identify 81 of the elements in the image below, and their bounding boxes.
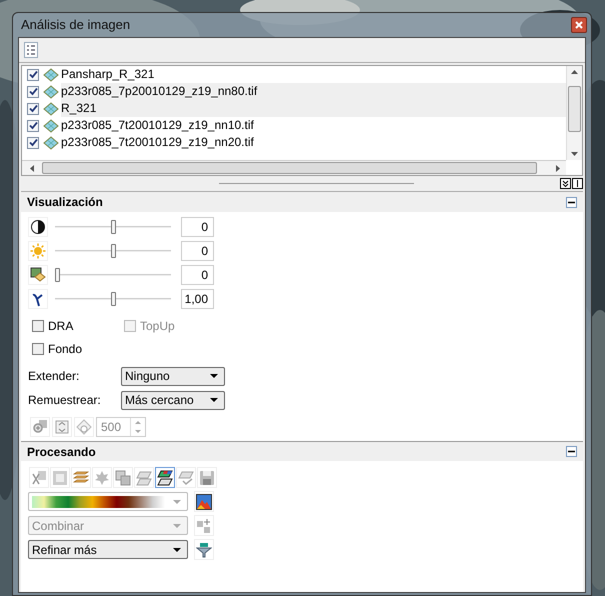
- layer-name[interactable]: R_321: [61, 100, 566, 117]
- slider-thumb[interactable]: [110, 220, 116, 234]
- scroll-down-icon: [571, 152, 578, 156]
- clock-diamond-icon: [76, 419, 92, 435]
- scroll-thumb[interactable]: [42, 162, 537, 174]
- list-view-button[interactable]: [24, 42, 38, 58]
- slider[interactable]: [55, 268, 171, 282]
- tool-button[interactable]: [155, 467, 175, 488]
- value-field[interactable]: 0: [181, 217, 214, 237]
- colored-grid-icon: [157, 470, 173, 486]
- slider[interactable]: [55, 292, 171, 306]
- scroll-left-icon: [30, 164, 34, 172]
- raster-layer-icon: [43, 118, 59, 132]
- overlapping-squares-icon: [115, 470, 131, 486]
- slider-thumb[interactable]: [55, 268, 60, 282]
- zoom-grid-icon: [32, 419, 48, 435]
- field-label: Remuestrear:: [28, 392, 102, 409]
- checkbox-label: Fondo: [48, 341, 82, 358]
- dropdown[interactable]: Refinar más: [28, 540, 188, 559]
- image-diamond-icon: [30, 267, 46, 283]
- frame-icon: [52, 470, 68, 486]
- close-button[interactable]: [571, 17, 587, 33]
- minus-icon: [568, 450, 575, 453]
- landscape-image-icon: [196, 494, 212, 510]
- tilted-grid-icon: [136, 470, 152, 486]
- checkbox[interactable]: [32, 320, 44, 332]
- field-label: Extender:: [28, 368, 80, 385]
- caret-icon: [173, 500, 181, 504]
- expand-all-button[interactable]: [560, 178, 571, 189]
- bar-icon: [576, 180, 579, 187]
- caret-icon: [210, 374, 218, 378]
- caret-icon: [210, 398, 218, 402]
- checkbox[interactable]: [27, 136, 39, 148]
- sun-icon: [30, 243, 46, 259]
- contrast-icon: [30, 219, 46, 235]
- collapse-button[interactable]: [566, 446, 577, 457]
- scroll-right-icon: [556, 164, 560, 172]
- value-field[interactable]: 1,00: [181, 289, 214, 309]
- horizontal-scrollbar[interactable]: [22, 160, 566, 175]
- dropdown[interactable]: Ninguno: [121, 366, 225, 386]
- raster-layer-icon: [43, 136, 59, 150]
- collapse-button[interactable]: [566, 196, 577, 208]
- section-title: Procesando: [27, 444, 96, 460]
- color-ramp-dropdown[interactable]: [28, 492, 188, 511]
- checkbox[interactable]: [27, 120, 39, 132]
- leaf-icon: [94, 470, 110, 486]
- slider[interactable]: [55, 220, 171, 234]
- funnel-icon: [196, 542, 212, 558]
- close-icon: [575, 21, 583, 29]
- caret-icon: [173, 548, 181, 552]
- add-tiles-icon: [196, 518, 212, 534]
- stacked-layers-icon: [73, 470, 89, 486]
- dropdown[interactable]: Más cercano: [121, 390, 225, 410]
- layer-name[interactable]: p233r085_7p20010129_z19_nn80.tif: [61, 83, 566, 100]
- scissors-grid-icon: [31, 470, 47, 486]
- slider-thumb[interactable]: [110, 292, 116, 306]
- checkbox[interactable]: [27, 86, 39, 98]
- raster-layer-icon: [43, 84, 59, 98]
- checkbox-label: DRA: [48, 318, 74, 335]
- double-chevron-icon: [562, 180, 569, 187]
- slider[interactable]: [55, 244, 171, 258]
- list-icon: [26, 44, 36, 56]
- fit-icon: [55, 420, 69, 434]
- checkbox-label: TopUp: [140, 318, 175, 335]
- slider-thumb[interactable]: [110, 244, 116, 258]
- value-field[interactable]: 0: [181, 265, 214, 285]
- collapse-button[interactable]: [572, 178, 583, 189]
- vertical-scrollbar[interactable]: [566, 66, 582, 160]
- scroll-up-icon: [571, 70, 578, 74]
- checkbox[interactable]: [27, 68, 39, 80]
- raster-layer-icon: [43, 68, 59, 82]
- value-field[interactable]: 0: [181, 241, 214, 261]
- checkbox[interactable]: [32, 343, 44, 355]
- grid-check-icon: [178, 470, 194, 486]
- caret-icon: [173, 524, 181, 528]
- minus-icon: [568, 200, 575, 204]
- raster-layer-icon: [43, 102, 59, 116]
- checkbox[interactable]: [27, 102, 39, 114]
- scroll-thumb[interactable]: [568, 86, 581, 132]
- section-title: Visualización: [27, 194, 103, 211]
- window-title: Análisis de imagen: [21, 16, 130, 34]
